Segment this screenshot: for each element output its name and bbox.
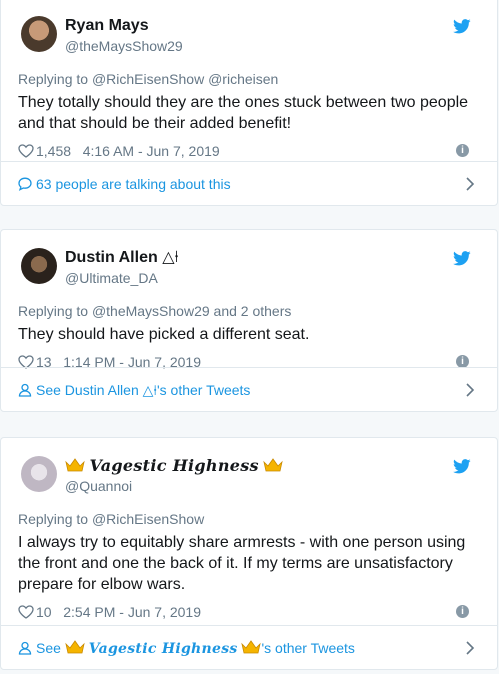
tweet-footer-link[interactable]: See Dustin Allen △⍿'s other Tweets bbox=[1, 367, 497, 411]
person-icon bbox=[18, 641, 32, 655]
timestamp[interactable]: 2:54 PM - Jun 7, 2019 bbox=[63, 604, 201, 620]
chevron-right-icon bbox=[466, 641, 475, 655]
replying-to-link[interactable]: @RichEisenShow bbox=[92, 511, 204, 527]
avatar[interactable] bbox=[21, 16, 57, 52]
tweet-footer-link[interactable]: See Vagestic Highness 's other Tweets bbox=[1, 625, 497, 669]
twitter-bird-icon[interactable] bbox=[453, 19, 471, 34]
user-handle[interactable]: @theMaysShow29 bbox=[65, 38, 183, 54]
replying-to-link[interactable]: @theMaysShow29 and 2 others bbox=[92, 303, 291, 319]
twitter-bird-icon[interactable] bbox=[453, 251, 471, 266]
footer-label-suffix: 's other Tweets bbox=[261, 640, 355, 656]
info-icon[interactable]: i bbox=[456, 605, 469, 618]
tweet-text: I always try to equitably share armrests… bbox=[18, 534, 466, 593]
replying-to: Replying to @RichEisenShow @richeisen bbox=[18, 70, 481, 88]
heart-icon[interactable] bbox=[18, 605, 34, 619]
tweet-header: Dustin Allen △⍿ @Ultimate_DA bbox=[18, 248, 481, 296]
footer-label: See Dustin Allen bbox=[36, 382, 139, 398]
footer-label: 63 people are talking about this bbox=[36, 176, 231, 192]
replying-prefix: Replying to bbox=[18, 303, 89, 319]
replying-prefix: Replying to bbox=[18, 71, 89, 87]
heart-icon[interactable] bbox=[18, 144, 34, 158]
tweet-header: Vagestic Highness @Quannoi bbox=[18, 456, 481, 504]
crown-icon bbox=[65, 458, 85, 472]
display-name-text: Dustin Allen bbox=[65, 249, 158, 266]
chevron-right-icon bbox=[466, 383, 475, 397]
chevron-right-icon bbox=[466, 177, 475, 191]
person-icon bbox=[18, 383, 32, 397]
replying-to: Replying to @theMaysShow29 and 2 others bbox=[18, 302, 481, 320]
display-name-text: Vagestic Highness bbox=[89, 456, 259, 475]
footer-label-suffix: △⍿'s other Tweets bbox=[142, 382, 251, 398]
crown-icon bbox=[263, 458, 284, 472]
info-icon[interactable]: i bbox=[456, 144, 469, 157]
footer-fancy-name: Vagestic Highness bbox=[88, 641, 238, 657]
tweet-card-2: Dustin Allen △⍿ @Ultimate_DA Replying to… bbox=[0, 229, 498, 412]
display-name[interactable]: Dustin Allen △⍿ bbox=[65, 249, 179, 267]
avatar[interactable] bbox=[21, 248, 57, 284]
timestamp[interactable]: 4:16 AM - Jun 7, 2019 bbox=[83, 143, 220, 159]
user-handle[interactable]: @Quannoi bbox=[65, 478, 132, 494]
tweet-meta: 10 2:54 PM - Jun 7, 2019 i bbox=[18, 602, 481, 622]
footer-label: See bbox=[36, 640, 61, 656]
twitter-bird-icon[interactable] bbox=[453, 459, 471, 474]
replying-to: Replying to @RichEisenShow bbox=[18, 510, 481, 528]
tweet-meta: 1,458 4:16 AM - Jun 7, 2019 i bbox=[18, 141, 481, 161]
like-count[interactable]: 10 bbox=[36, 604, 52, 620]
replying-prefix: Replying to bbox=[18, 511, 89, 527]
crown-icon bbox=[65, 640, 85, 654]
crown-icon bbox=[241, 640, 262, 654]
display-name[interactable]: Vagestic Highness bbox=[65, 456, 284, 476]
tweet-footer-link[interactable]: 63 people are talking about this bbox=[1, 161, 497, 205]
avatar[interactable] bbox=[21, 456, 57, 492]
replying-to-link[interactable]: @RichEisenShow @richeisen bbox=[92, 71, 278, 87]
user-handle[interactable]: @Ultimate_DA bbox=[65, 270, 158, 286]
chat-bubble-icon bbox=[18, 177, 32, 191]
display-name[interactable]: Ryan Mays bbox=[65, 17, 149, 35]
tweet-text: They totally should they are the ones st… bbox=[18, 94, 469, 132]
tweet-card-3: Vagestic Highness @Quannoi Replying to @… bbox=[0, 437, 498, 670]
tweet-card-1: Ryan Mays @theMaysShow29 Replying to @Ri… bbox=[0, 0, 498, 206]
tweet-header: Ryan Mays @theMaysShow29 bbox=[18, 16, 481, 64]
tweet-text: They should have picked a different seat… bbox=[18, 326, 310, 343]
like-count[interactable]: 1,458 bbox=[36, 143, 71, 159]
display-name-suffix: △⍿ bbox=[162, 249, 179, 266]
